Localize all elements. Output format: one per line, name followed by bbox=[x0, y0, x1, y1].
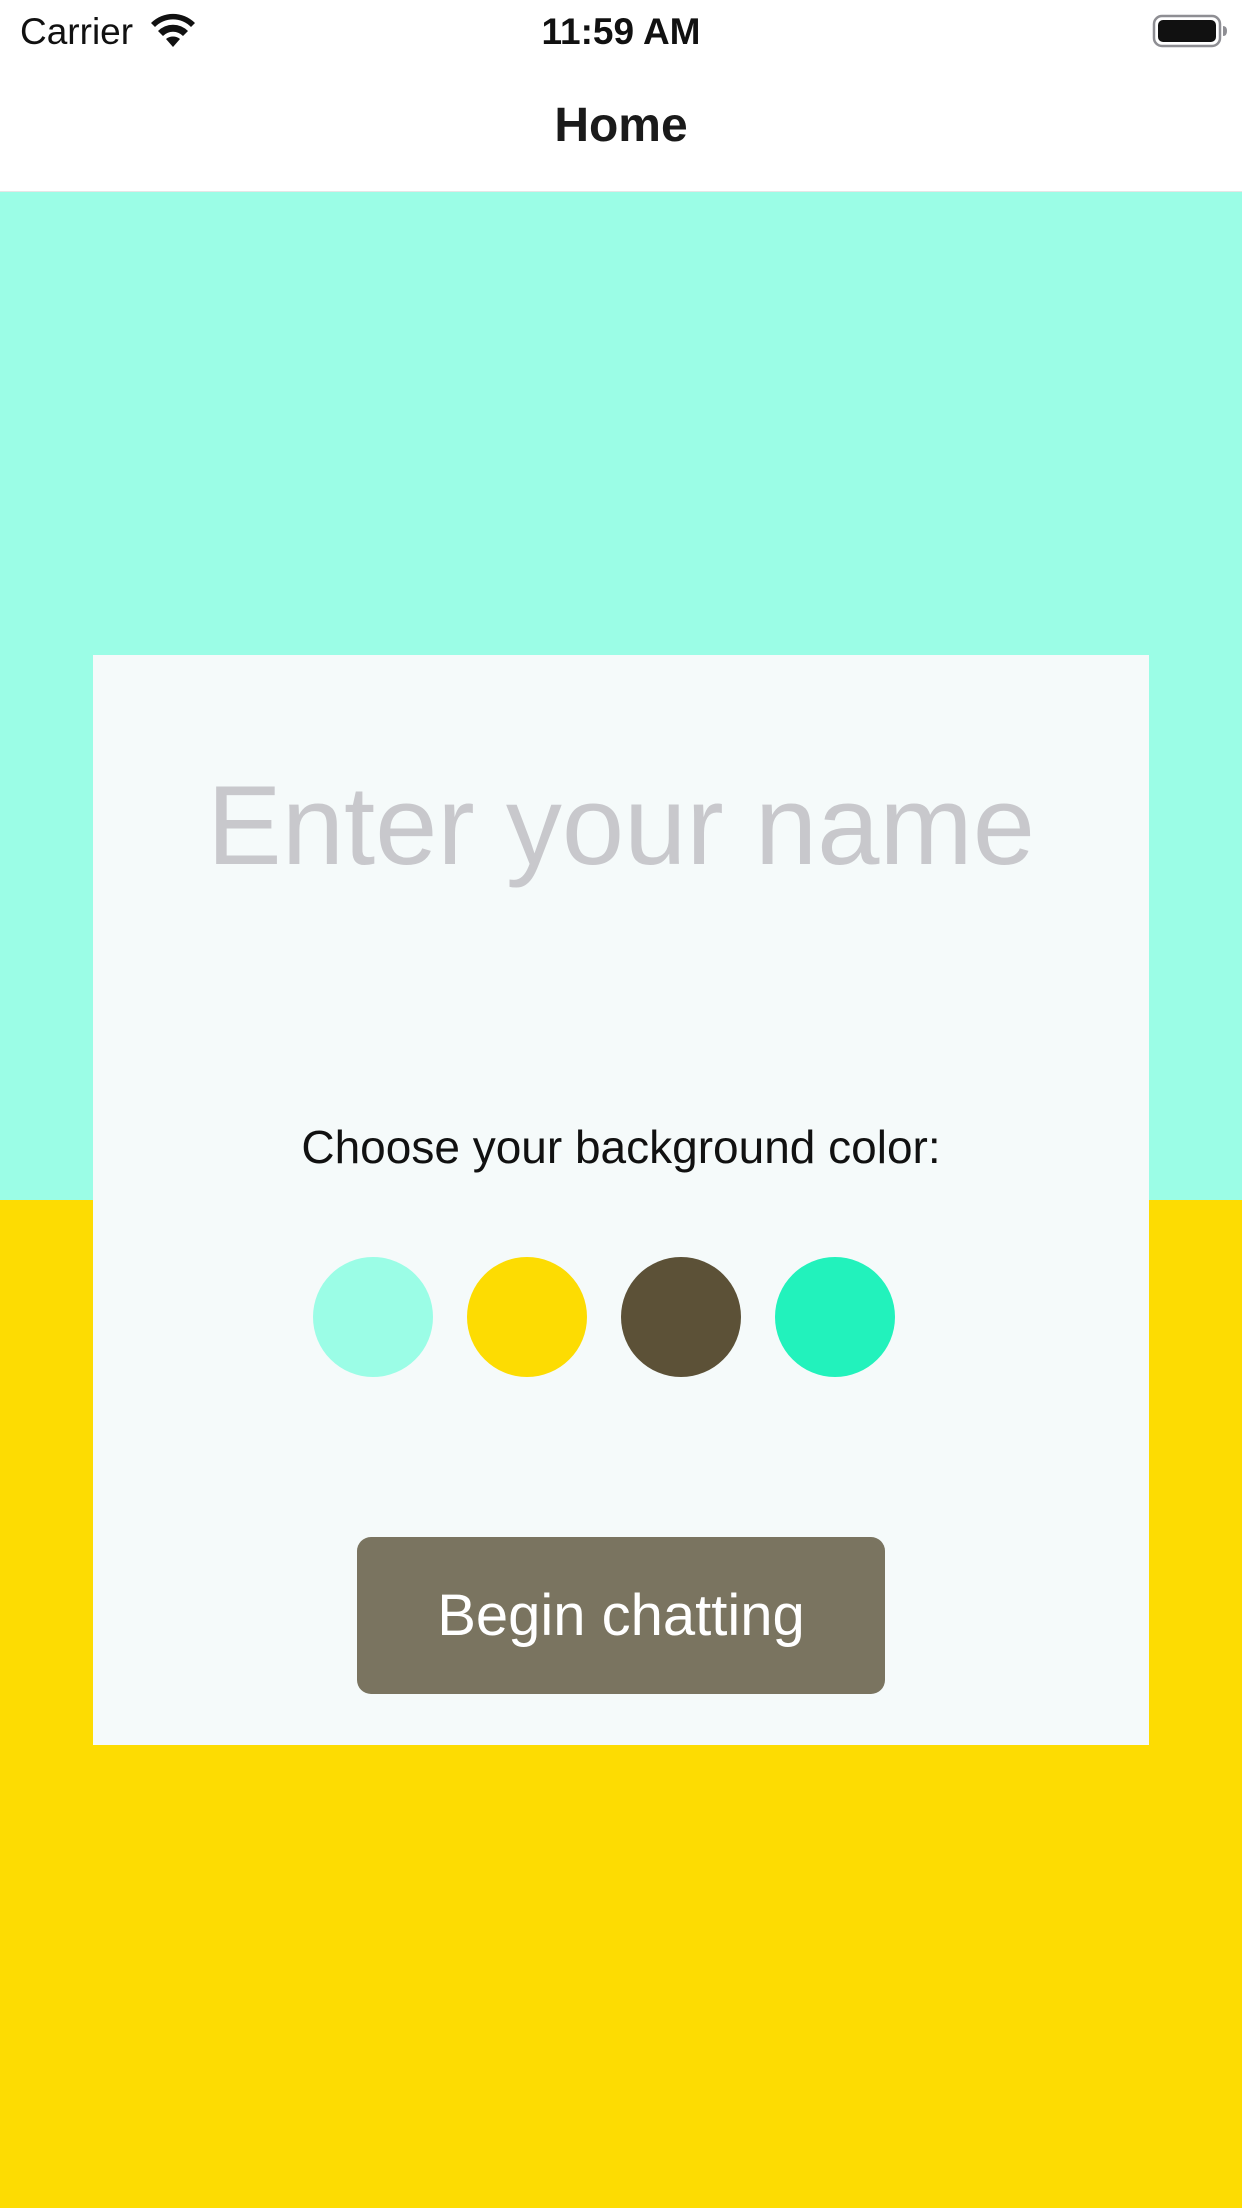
color-swatch-dark-olive[interactable] bbox=[621, 1257, 741, 1377]
name-input[interactable] bbox=[133, 755, 1109, 895]
status-bar: Carrier 11:59 AM bbox=[0, 0, 1242, 62]
page-title: Home bbox=[554, 99, 688, 152]
navigation-bar: Home bbox=[0, 62, 1242, 192]
status-clock: 11:59 AM bbox=[541, 11, 701, 52]
color-choice-label: Choose your background color: bbox=[301, 1121, 941, 1173]
login-card: Choose your background color: Begin chat… bbox=[93, 655, 1149, 1745]
battery-icon bbox=[1152, 14, 1227, 48]
color-swatch-turquoise[interactable] bbox=[775, 1257, 895, 1377]
color-swatch-aquamarine[interactable] bbox=[313, 1257, 433, 1377]
begin-chatting-button[interactable]: Begin chatting bbox=[357, 1537, 885, 1694]
color-swatches bbox=[313, 1257, 929, 1377]
color-swatch-yellow[interactable] bbox=[467, 1257, 587, 1377]
